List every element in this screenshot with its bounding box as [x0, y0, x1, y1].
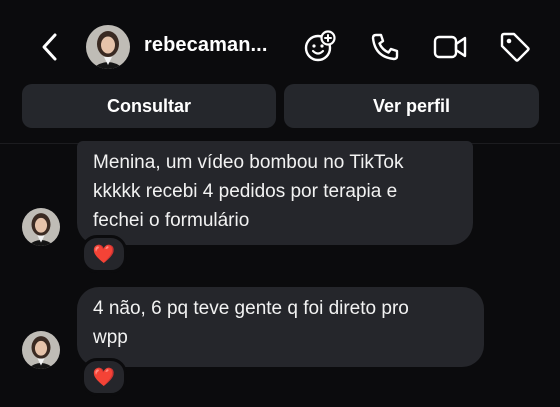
heart-icon: ❤️ — [92, 366, 116, 387]
phone-icon — [371, 33, 399, 61]
reaction-badge[interactable]: ❤️ — [81, 235, 127, 273]
back-button[interactable] — [34, 30, 64, 64]
view-profile-button[interactable]: Ver perfil — [284, 84, 539, 128]
add-effect-button[interactable] — [302, 29, 338, 65]
chevron-left-icon — [42, 33, 57, 61]
contact-username[interactable]: rebecaman... — [144, 34, 268, 57]
video-camera-icon — [433, 35, 467, 59]
message-avatar[interactable] — [22, 208, 60, 246]
tag-icon — [500, 32, 530, 62]
call-button[interactable] — [367, 29, 403, 65]
message-bubble[interactable]: 4 não, 6 pq teve gente q foi direto pro … — [77, 287, 484, 367]
reaction-badge[interactable]: ❤️ — [81, 358, 127, 396]
tag-button[interactable] — [497, 29, 533, 65]
face-plus-icon — [304, 30, 336, 62]
message-avatar[interactable] — [22, 331, 60, 369]
contact-avatar[interactable] — [86, 25, 130, 69]
consult-button[interactable]: Consultar — [22, 84, 276, 128]
chat-header: rebecaman... — [0, 0, 560, 92]
heart-icon: ❤️ — [92, 243, 116, 264]
video-call-button[interactable] — [432, 29, 468, 65]
message-bubble[interactable]: Menina, um vídeo bombou no TikTok kkkkk … — [77, 141, 473, 245]
